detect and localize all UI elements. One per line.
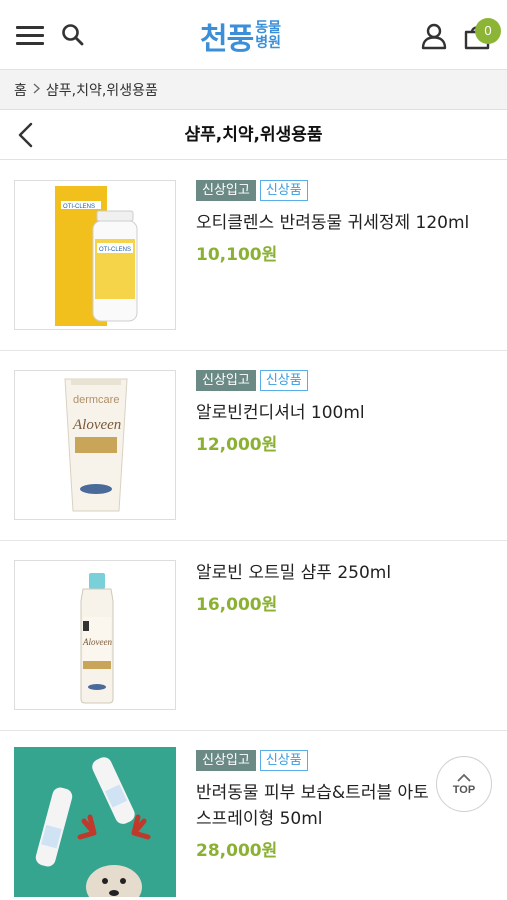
header: 천풍 동물 병원 0 [0,0,507,70]
breadcrumb-home[interactable]: 홈 [14,80,27,100]
breadcrumb: 홈 샴푸,치약,위생용품 [0,70,507,110]
product-info: 신상입고 신상품 알로빈컨디셔너 100ml 12,000원 [196,370,496,455]
breadcrumb-current[interactable]: 샴푸,치약,위생용품 [46,80,158,100]
badge-new-arrival: 신상입고 [196,750,256,771]
badge-new-product: 신상품 [259,370,308,391]
product-name[interactable]: 오티클렌스 반려동물 귀세정제 120ml [196,210,496,236]
logo-main-text: 천풍 [200,22,254,57]
chevron-up-icon [457,773,471,782]
logo-sub-text: 동물 병원 [255,21,281,51]
cart-count-badge[interactable]: 0 [475,18,501,44]
back-arrow-icon[interactable] [14,121,40,149]
product-image[interactable] [14,747,176,897]
product-item[interactable]: dermcare Aloveen 신상입고 신상품 알로빈컨디셔너 100ml … [0,351,507,541]
user-icon[interactable] [420,22,448,50]
bottle-label: OTI-CLENS [99,247,131,253]
scroll-to-top-button[interactable]: TOP [436,756,492,812]
product-info: 알로빈 오트밀 샴푸 250ml 16,000원 [196,560,496,615]
title-bar: 샴푸,치약,위생용품 [0,110,507,160]
bottle-brand: Aloveen [82,637,112,647]
product-price: 28,000원 [196,841,278,861]
badge-new-product: 신상품 [259,180,308,201]
product-image[interactable]: OTI-CLENS OTI-CLENS [14,180,176,330]
product-price: 16,000원 [196,595,278,615]
product-item[interactable]: 신상입고 신상품 반려동물 피부 보습&트러블 아토 스프레이형 50ml 28… [0,731,507,900]
product-price: 10,100원 [196,245,278,265]
badge-new-arrival: 신상입고 [196,180,256,201]
chevron-right-icon [33,83,40,97]
product-item[interactable]: OTI-CLENS OTI-CLENS 신상입고 신상품 오티클렌스 반려동물 … [0,161,507,351]
search-icon[interactable] [60,22,86,48]
page-title: 샴푸,치약,위생용품 [184,125,323,145]
logo-sub-bottom: 병원 [255,35,281,51]
logo-sub-top: 동물 [255,20,281,36]
badge-new-product: 신상품 [259,750,308,771]
product-image[interactable]: dermcare Aloveen [14,370,176,520]
tube-product: Aloveen [72,417,121,433]
box-label: OTI-CLENS [63,204,95,210]
badge-new-arrival: 신상입고 [196,370,256,391]
product-name[interactable]: 알로빈 오트밀 샴푸 250ml [196,560,496,586]
product-item[interactable]: Aloveen 알로빈 오트밀 샴푸 250ml 16,000원 [0,541,507,731]
tube-brand: dermcare [73,394,119,406]
product-price: 12,000원 [196,435,278,455]
product-name[interactable]: 알로빈컨디셔너 100ml [196,400,496,426]
hamburger-menu-icon[interactable] [16,24,44,46]
product-name-line2: 스프레이형 50ml [196,809,323,829]
logo[interactable]: 천풍 동물 병원 [200,16,281,58]
product-info: 신상입고 신상품 오티클렌스 반려동물 귀세정제 120ml 10,100원 [196,180,496,265]
top-button-label: TOP [452,783,476,796]
product-image[interactable]: Aloveen [14,560,176,710]
